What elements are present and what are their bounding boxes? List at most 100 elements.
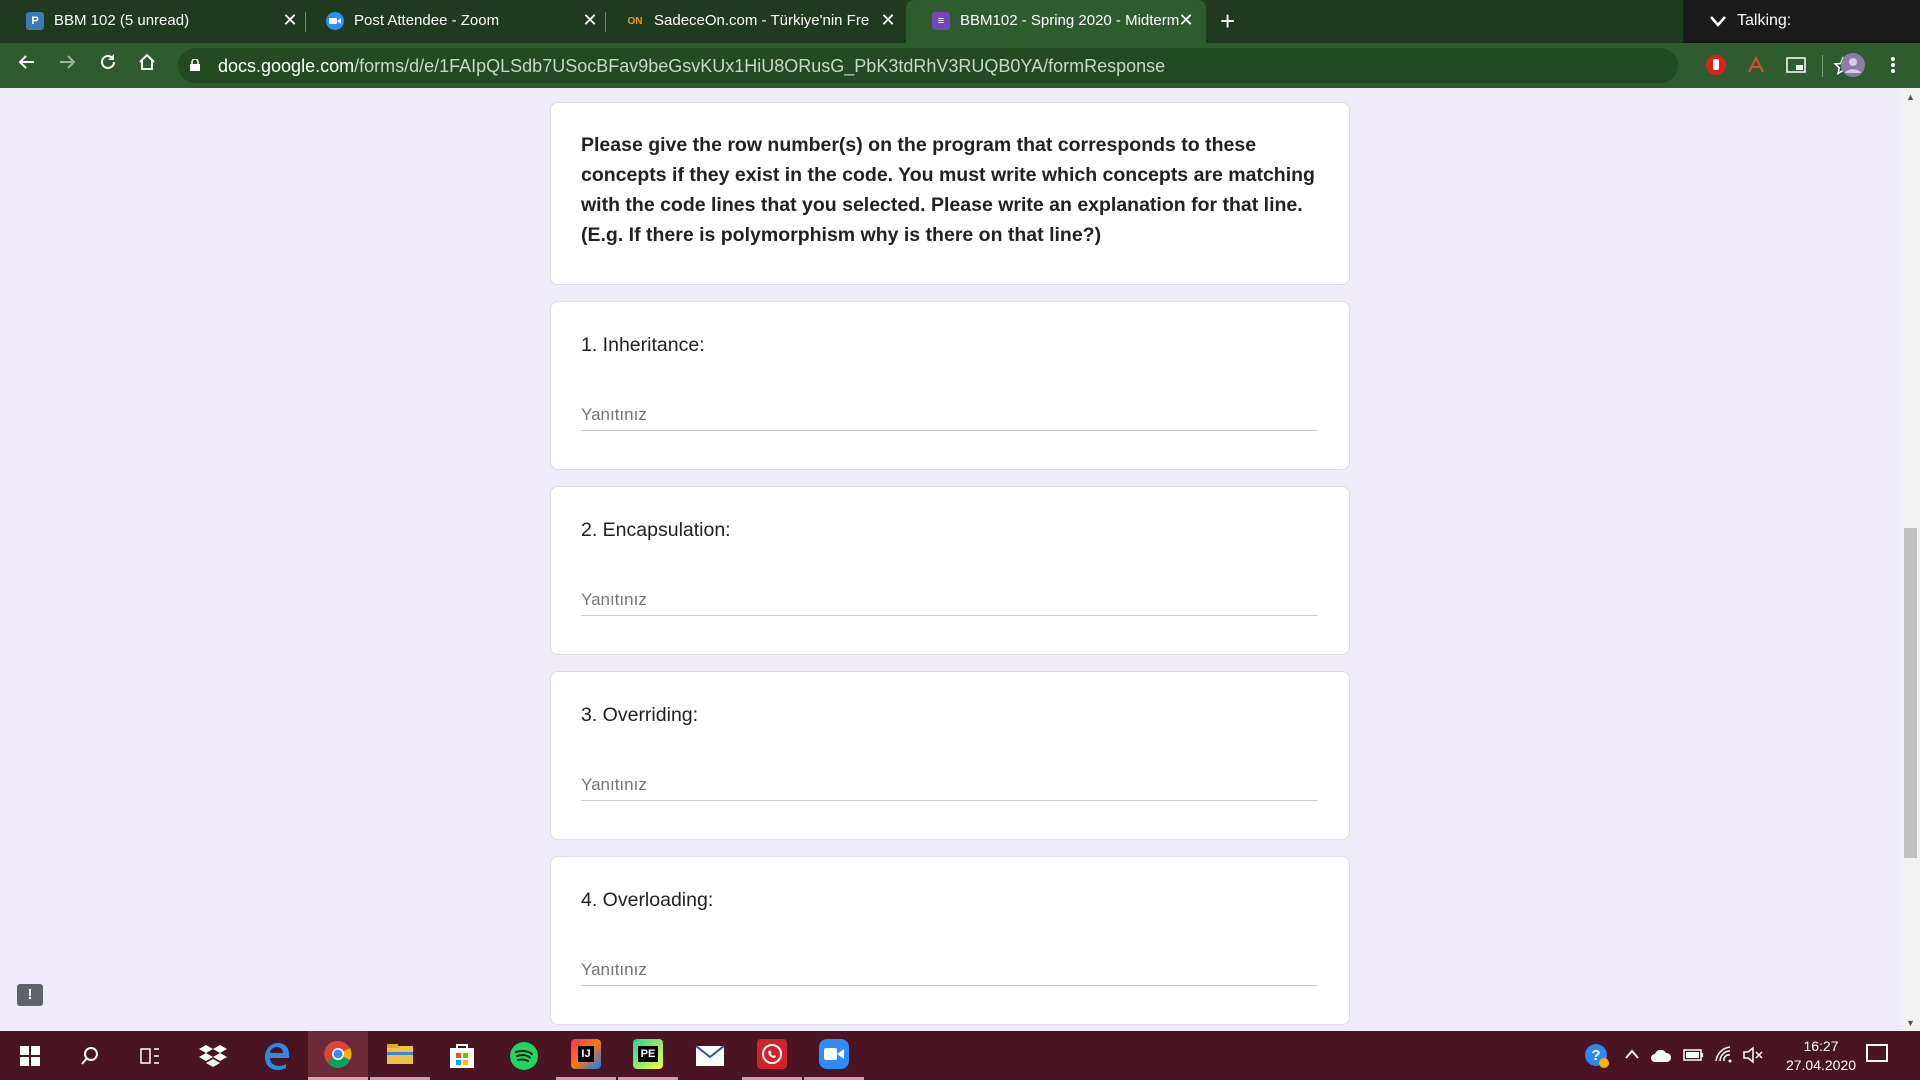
windows-start-icon bbox=[20, 1045, 40, 1066]
piazza-icon: P bbox=[26, 12, 44, 30]
taskbar-spotify[interactable] bbox=[494, 1031, 554, 1080]
tab-title: BBM 102 (5 unread) bbox=[54, 12, 190, 29]
taskbar-store[interactable] bbox=[432, 1031, 492, 1080]
tab-bbm102-piazza[interactable]: P BBM 102 (5 unread) ✕ bbox=[0, 0, 300, 43]
form-description: Please give the row number(s) on the pro… bbox=[581, 134, 1315, 246]
pdf-extension-icon[interactable] bbox=[1745, 54, 1767, 76]
taskbar-mail[interactable] bbox=[680, 1031, 740, 1080]
back-button[interactable] bbox=[14, 52, 40, 78]
windows-taskbar: IJ PE ? 16:27 27.04.2020 bbox=[0, 1031, 1920, 1080]
home-button[interactable] bbox=[134, 52, 160, 78]
edge-icon bbox=[265, 1042, 289, 1070]
tab-sadeceon[interactable]: ON SadeceOn.com - Türkiye'nin Free ✕ bbox=[600, 0, 900, 43]
question-card-inheritance: 1. Inheritance: bbox=[550, 301, 1350, 470]
forward-arrow-icon bbox=[60, 55, 76, 69]
pycharm-icon: PE bbox=[633, 1039, 663, 1069]
new-tab-button[interactable]: + bbox=[1220, 6, 1235, 37]
cast-extension-icon[interactable] bbox=[1785, 54, 1807, 76]
reload-icon bbox=[101, 54, 115, 69]
onedrive-cloud-icon[interactable] bbox=[1650, 1046, 1672, 1064]
store-icon bbox=[450, 1043, 474, 1068]
answer-input-overloading[interactable] bbox=[581, 955, 1318, 986]
clock-time: 16:27 bbox=[1803, 1038, 1839, 1054]
task-view-icon bbox=[140, 1047, 159, 1064]
tab-title: Post Attendee - Zoom bbox=[354, 12, 500, 29]
url-text: docs.google.com/forms/d/e/1FAIpQLSdb7USo… bbox=[218, 56, 1165, 77]
whatsapp-icon bbox=[757, 1039, 787, 1069]
clock-date: 27.04.2020 bbox=[1785, 1057, 1857, 1073]
help-update-icon[interactable]: ? bbox=[1584, 1043, 1610, 1069]
tab-zoom[interactable]: Post Attendee - Zoom ✕ bbox=[300, 0, 600, 43]
tab-bbm102-midterm[interactable]: ≡ BBM102 - Spring 2020 - Midterm ✕ bbox=[906, 0, 1206, 43]
reload-button[interactable] bbox=[95, 52, 121, 78]
taskbar-search-button[interactable] bbox=[60, 1031, 120, 1080]
svg-text:?: ? bbox=[1591, 1047, 1600, 1064]
tab-title: BBM102 - Spring 2020 - Midterm bbox=[960, 12, 1180, 29]
page-scrollbar[interactable]: ▲ ▼ bbox=[1901, 88, 1920, 1031]
url-host: docs.google.com bbox=[218, 56, 355, 76]
taskbar-pycharm[interactable]: PE bbox=[618, 1031, 678, 1080]
scroll-down-arrow-icon[interactable]: ▼ bbox=[1906, 1018, 1915, 1028]
talking-label: Talking: bbox=[1737, 12, 1792, 29]
search-icon bbox=[81, 1046, 98, 1065]
lock-icon bbox=[190, 59, 200, 71]
adblock-extension-icon[interactable] bbox=[1705, 54, 1727, 76]
answer-input-inheritance[interactable] bbox=[581, 400, 1318, 431]
close-tab-icon[interactable]: ✕ bbox=[1176, 10, 1196, 31]
answer-input-overriding[interactable] bbox=[581, 770, 1318, 801]
home-icon bbox=[139, 53, 155, 70]
wifi-icon[interactable] bbox=[1714, 1045, 1734, 1065]
taskbar-zoom[interactable] bbox=[804, 1031, 864, 1080]
chevron-up-icon[interactable] bbox=[1624, 1048, 1640, 1060]
intellij-icon-text: IJ bbox=[578, 1046, 594, 1062]
taskbar-edge[interactable] bbox=[246, 1031, 306, 1080]
scroll-up-arrow-icon[interactable]: ▲ bbox=[1906, 92, 1915, 102]
address-bar[interactable]: docs.google.com/forms/d/e/1FAIpQLSdb7USo… bbox=[178, 48, 1853, 83]
pycharm-icon-text: PE bbox=[637, 1046, 659, 1062]
question-title: 4. Overloading: bbox=[581, 889, 714, 911]
sadeceon-icon: ON bbox=[627, 15, 643, 27]
browser-tab-strip: P BBM 102 (5 unread) ✕ Post Attendee - Z… bbox=[0, 0, 1920, 43]
question-title: 2. Encapsulation: bbox=[581, 519, 731, 541]
question-title: 1. Inheritance: bbox=[581, 334, 705, 356]
chrome-icon bbox=[324, 1040, 352, 1068]
chevron-down-icon bbox=[1710, 16, 1726, 27]
browser-toolbar: docs.google.com/forms/d/e/1FAIpQLSdb7USo… bbox=[0, 43, 1920, 88]
zoom-icon bbox=[819, 1039, 849, 1069]
url-path: /forms/d/e/1FAIpQLSdb7USocBFav9beGsvKUx1… bbox=[354, 56, 1166, 76]
question-card-overloading: 4. Overloading: bbox=[550, 856, 1350, 1025]
close-tab-icon[interactable]: ✕ bbox=[878, 10, 898, 31]
send-feedback-icon[interactable]: ! bbox=[17, 984, 43, 1006]
menu-kebab-icon[interactable] bbox=[1882, 54, 1904, 76]
taskbar-file-explorer[interactable] bbox=[370, 1031, 430, 1080]
scrollbar-thumb[interactable] bbox=[1904, 528, 1917, 858]
close-tab-icon[interactable]: ✕ bbox=[580, 10, 600, 31]
taskbar-intellij[interactable]: IJ bbox=[556, 1031, 616, 1080]
form-description-card: Please give the row number(s) on the pro… bbox=[550, 102, 1350, 285]
forward-button[interactable] bbox=[54, 52, 80, 78]
start-button[interactable] bbox=[0, 1031, 60, 1080]
question-title: 3. Overriding: bbox=[581, 704, 699, 726]
dropbox-icon bbox=[199, 1044, 227, 1067]
google-forms-icon: ≡ bbox=[932, 12, 950, 30]
system-clock[interactable]: 16:27 27.04.2020 bbox=[1776, 1037, 1866, 1075]
volume-muted-icon[interactable] bbox=[1742, 1046, 1764, 1064]
task-view-button[interactable] bbox=[120, 1031, 180, 1080]
file-explorer-icon bbox=[387, 1044, 413, 1064]
taskbar-dropbox[interactable] bbox=[183, 1031, 243, 1080]
profile-avatar-icon[interactable] bbox=[1840, 52, 1866, 78]
mail-icon bbox=[695, 1044, 725, 1066]
question-card-encapsulation: 2. Encapsulation: bbox=[550, 486, 1350, 655]
close-tab-icon[interactable]: ✕ bbox=[280, 10, 300, 31]
taskbar-chrome[interactable] bbox=[308, 1031, 368, 1080]
intellij-icon: IJ bbox=[571, 1039, 601, 1069]
notification-center-icon[interactable] bbox=[1866, 1044, 1888, 1062]
taskbar-whatsapp[interactable] bbox=[742, 1031, 802, 1080]
zoom-icon bbox=[326, 12, 344, 30]
question-card-overriding: 3. Overriding: bbox=[550, 671, 1350, 840]
answer-input-encapsulation[interactable] bbox=[581, 585, 1318, 616]
toolbar-divider bbox=[1822, 55, 1823, 77]
tab-title: SadeceOn.com - Türkiye'nin Free bbox=[654, 12, 869, 29]
spotify-icon bbox=[510, 1041, 538, 1070]
battery-icon[interactable] bbox=[1683, 1046, 1705, 1064]
